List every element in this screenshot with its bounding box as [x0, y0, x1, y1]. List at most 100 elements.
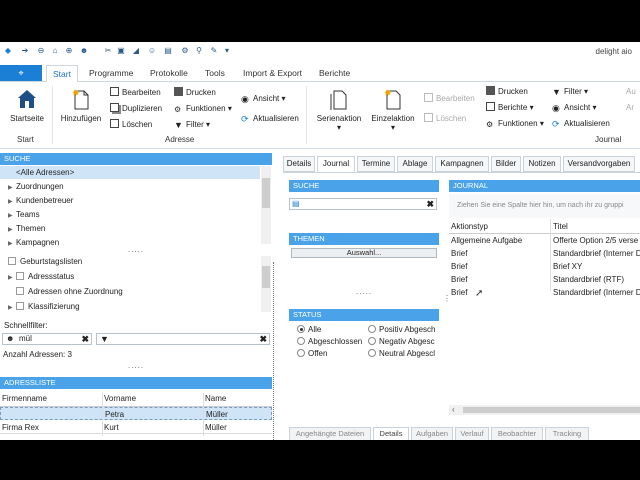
- checkbox[interactable]: [8, 257, 16, 265]
- journal-cell-titel[interactable]: Offerte Option 2/5 verse: [553, 236, 638, 245]
- journal-cell-titel[interactable]: Standardbrief (Interner D: [553, 249, 640, 258]
- aktualisieren-button[interactable]: ⟳ Aktualisieren: [241, 113, 299, 125]
- tree-item-teams[interactable]: ▶ Teams: [8, 209, 40, 221]
- journal-cell-titel[interactable]: Standardbrief (Interner D: [553, 288, 640, 297]
- journal-hscrollbar[interactable]: ‹: [449, 405, 640, 415]
- tab-verlauf[interactable]: Verlauf: [455, 427, 489, 440]
- column-header-titel[interactable]: Titel: [553, 222, 568, 231]
- splitter-dots[interactable]: .....: [356, 287, 372, 296]
- radio-neutral[interactable]: Neutral Abgescl: [368, 349, 435, 358]
- au-button[interactable]: Au: [626, 86, 636, 98]
- vertical-splitter[interactable]: [273, 262, 275, 440]
- tree-item-kampagnen[interactable]: ▶ Kampagnen: [8, 237, 59, 249]
- filter-input[interactable]: ▼ ✖: [96, 333, 270, 345]
- expand-icon[interactable]: ▶: [8, 302, 16, 314]
- journal-drucken-button[interactable]: Drucken: [486, 86, 528, 98]
- tab-bilder[interactable]: Bilder: [491, 156, 521, 172]
- scroll-left-icon[interactable]: ‹: [452, 405, 455, 414]
- splitter-dots[interactable]: .....: [128, 361, 144, 370]
- home-icon[interactable]: ⌂: [50, 46, 60, 56]
- tree-item-adressen-ohne-zuordnung[interactable]: Adressen ohne Zuordnung: [8, 286, 123, 298]
- qat-more-icon[interactable]: ▾: [222, 46, 232, 56]
- expand-icon[interactable]: ▶: [8, 210, 16, 222]
- tools-icon[interactable]: ✂: [103, 46, 113, 56]
- journal-cell-aktionstyp[interactable]: Brief: [451, 288, 467, 297]
- tab-tools[interactable]: Tools: [205, 68, 225, 78]
- back-icon[interactable]: ⊖: [36, 46, 46, 56]
- chart-icon[interactable]: ◢: [131, 46, 141, 56]
- startseite-button[interactable]: Startseite: [6, 88, 48, 123]
- journal-funktionen-button[interactable]: ⚙ Funktionen ▾: [486, 118, 544, 130]
- journal-loeschen-button[interactable]: Löschen: [424, 113, 466, 125]
- tab-tracking[interactable]: Tracking: [545, 427, 589, 440]
- tab-ablage[interactable]: Ablage: [397, 156, 433, 172]
- column-header-name[interactable]: Name: [205, 394, 226, 403]
- tab-import-export[interactable]: Import & Export: [243, 68, 302, 78]
- tab-protokolle[interactable]: Protokolle: [150, 68, 188, 78]
- tab-aufgaben[interactable]: Aufgaben: [411, 427, 453, 440]
- checkbox[interactable]: [16, 287, 24, 295]
- schnellfilter-input[interactable]: ☻ mül ✖: [2, 333, 92, 345]
- einzelaktion-button[interactable]: ✸ Einzelaktion ▾: [370, 88, 416, 132]
- expand-icon[interactable]: ▶: [8, 196, 16, 208]
- expand-icon[interactable]: ▶: [8, 224, 16, 236]
- serienaktion-button[interactable]: Serienaktion ▾: [314, 88, 364, 132]
- journal-cell-aktionstyp[interactable]: Brief: [451, 249, 467, 258]
- tab-journal[interactable]: Journal: [317, 156, 355, 172]
- tab-beobachter[interactable]: Beobachter: [491, 427, 543, 440]
- next-icon[interactable]: ⊕: [64, 46, 74, 56]
- column-header-aktionstyp[interactable]: Aktionstyp: [451, 222, 488, 231]
- tab-notizen[interactable]: Notizen: [523, 156, 561, 172]
- clear-icon[interactable]: ✖: [259, 334, 267, 344]
- funktionen-button[interactable]: ⚙ Funktionen ▾: [174, 103, 232, 115]
- tab-start[interactable]: Start: [46, 65, 78, 83]
- column-header-vorname[interactable]: Vorname: [104, 394, 136, 403]
- journal-bearbeiten-button[interactable]: Bearbeiten: [424, 93, 475, 105]
- ansicht-button[interactable]: ◉ Ansicht ▾: [241, 93, 285, 105]
- tree-item-themen[interactable]: ▶ Themen: [8, 223, 45, 235]
- journal-cell-titel[interactable]: Standardbrief (RTF): [553, 275, 624, 284]
- radio-negativ[interactable]: Negativ Abgesc: [368, 337, 435, 346]
- tab-termine[interactable]: Termine: [357, 156, 395, 172]
- calendar-icon[interactable]: ▣: [116, 46, 126, 56]
- edit-icon[interactable]: ✎: [209, 46, 219, 56]
- hinzufuegen-button[interactable]: ✸ Hinzufügen: [58, 88, 104, 123]
- scroll-thumb[interactable]: [463, 407, 640, 413]
- table-row[interactable]: Petra Müller: [0, 407, 272, 420]
- loeschen-button[interactable]: Löschen: [110, 119, 152, 131]
- checkbox[interactable]: [16, 302, 24, 310]
- journal-ansicht-button[interactable]: ◉ Ansicht ▾: [552, 102, 596, 114]
- journal-cell-titel[interactable]: Brief XY: [553, 262, 582, 271]
- forward-icon[interactable]: ➔: [20, 46, 30, 56]
- tab-bottom-details[interactable]: Details: [373, 427, 409, 440]
- column-header-firmenname[interactable]: Firmenname: [2, 394, 47, 403]
- print-icon[interactable]: ▤: [163, 46, 173, 56]
- splitter-dots[interactable]: ⋮: [443, 294, 451, 303]
- tree-item-kundenbetreuer[interactable]: ▶ Kundenbetreuer: [8, 195, 73, 207]
- tab-programme[interactable]: Programme: [89, 68, 133, 78]
- tab-angehaengte-dateien[interactable]: Angehängte Dateien: [289, 427, 371, 440]
- journal-filter-button[interactable]: ▼ Filter ▾: [552, 86, 588, 98]
- journal-cell-aktionstyp[interactable]: Brief: [451, 262, 467, 271]
- journal-aktualisieren-button[interactable]: ⟳ Aktualisieren: [552, 118, 610, 130]
- radio-button[interactable]: [368, 325, 376, 333]
- radio-button[interactable]: [297, 337, 305, 345]
- tab-berichte[interactable]: Berichte: [319, 68, 350, 78]
- tree-item-geburtstagslisten[interactable]: Geburtstagslisten: [8, 256, 82, 268]
- tab-versandvorgaben[interactable]: Versandvorgaben: [563, 156, 635, 172]
- radio-abgeschlossen[interactable]: Abgeschlossen: [297, 337, 362, 346]
- radio-button[interactable]: [368, 337, 376, 345]
- checkbox[interactable]: [16, 272, 24, 280]
- tree-item-alle-adressen[interactable]: <Alle Adressen>: [8, 167, 74, 179]
- users-icon[interactable]: ☻: [79, 46, 89, 56]
- location-icon[interactable]: ⚲: [194, 46, 204, 56]
- expand-icon[interactable]: ▶: [8, 272, 16, 284]
- clear-icon[interactable]: ✖: [426, 199, 434, 209]
- duplizieren-button[interactable]: Duplizieren: [110, 103, 162, 115]
- journal-berichte-button[interactable]: Berichte ▾: [486, 102, 534, 114]
- filter-tree-scrollbar[interactable]: [261, 256, 271, 312]
- settings-icon[interactable]: ⚙: [180, 46, 190, 56]
- tab-details[interactable]: Details: [283, 156, 315, 172]
- group-by-area[interactable]: Ziehen Sie eine Spalte hier hin, um nach…: [449, 194, 640, 218]
- journal-cell-aktionstyp[interactable]: Allgemeine Aufgabe: [451, 236, 522, 245]
